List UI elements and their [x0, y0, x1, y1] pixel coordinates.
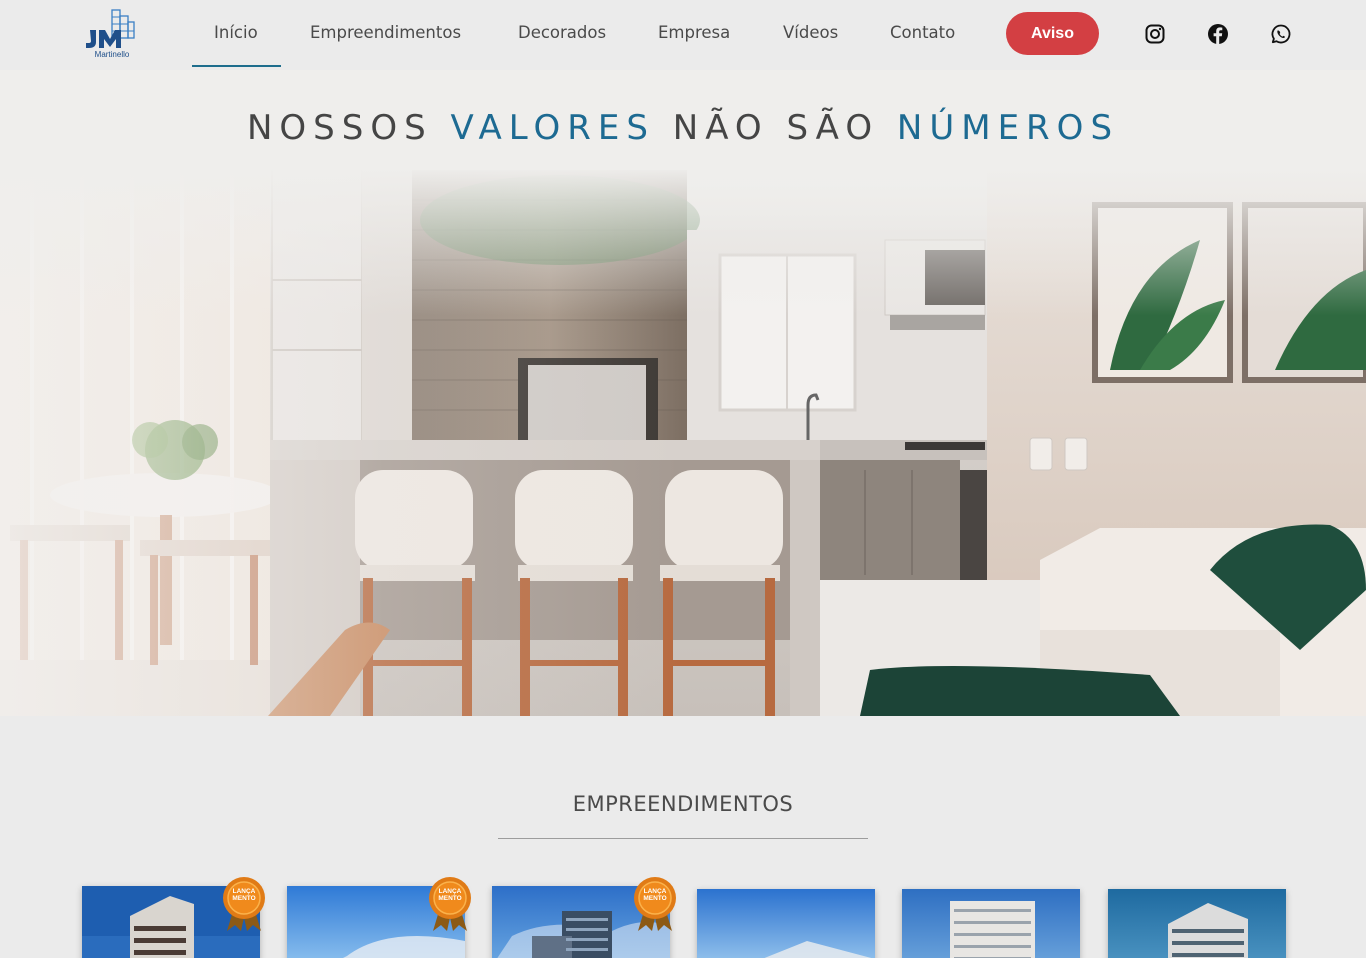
- hero-title-part-1: NOSSOS: [246, 108, 451, 148]
- lancamento-badge: LANÇA MENTO: [221, 875, 267, 933]
- nav-item-decorados[interactable]: Decorados: [518, 23, 606, 42]
- hero-title-part-3: NÃO SÃO: [655, 108, 897, 148]
- badge-text: LANÇA MENTO: [643, 888, 667, 902]
- lancamento-badge: LANÇA MENTO: [632, 875, 678, 933]
- hero-banner: NOSSOS VALORES NÃO SÃO NÚMEROS: [0, 70, 1366, 716]
- badge-text: LANÇA MENTO: [438, 888, 462, 902]
- facebook-icon[interactable]: [1207, 23, 1229, 45]
- section-title-empreendimentos: EMPREENDIMENTOS: [572, 792, 794, 816]
- project-card[interactable]: [1108, 889, 1286, 958]
- project-image: [697, 889, 875, 958]
- nav-item-inicio[interactable]: Início: [214, 23, 258, 42]
- aviso-button[interactable]: Aviso: [1006, 12, 1099, 55]
- project-image: [902, 889, 1080, 958]
- hero-interior-image: [0, 70, 1366, 716]
- projects-carousel: LANÇA MENTO LANÇA MENTO LANÇA MENTO: [0, 870, 1366, 958]
- project-card[interactable]: [697, 889, 875, 958]
- logo-mark: [86, 9, 135, 48]
- whatsapp-icon[interactable]: [1270, 23, 1292, 45]
- nav-item-empresa[interactable]: Empresa: [658, 23, 730, 42]
- nav-item-empreendimentos[interactable]: Empreendimentos: [310, 23, 461, 42]
- nav-item-videos[interactable]: Vídeos: [783, 23, 838, 42]
- instagram-icon[interactable]: [1144, 23, 1166, 45]
- project-card[interactable]: [902, 889, 1080, 958]
- jm-martinello-logo[interactable]: Martinello: [84, 8, 140, 62]
- hero-title-part-4: NÚMEROS: [896, 108, 1120, 148]
- site-header: Martinello Início Empreendimentos Decora…: [0, 0, 1366, 70]
- nav-active-indicator: [192, 65, 281, 67]
- project-image: [1108, 889, 1286, 958]
- badge-text: LANÇA MENTO: [232, 888, 256, 902]
- logo-subtitle: Martinello: [94, 50, 130, 59]
- hero-title: NOSSOS VALORES NÃO SÃO NÚMEROS: [0, 108, 1366, 148]
- nav-item-contato[interactable]: Contato: [890, 23, 955, 42]
- hero-title-part-2: VALORES: [450, 108, 655, 148]
- lancamento-badge: LANÇA MENTO: [427, 875, 473, 933]
- section-divider: [498, 838, 868, 839]
